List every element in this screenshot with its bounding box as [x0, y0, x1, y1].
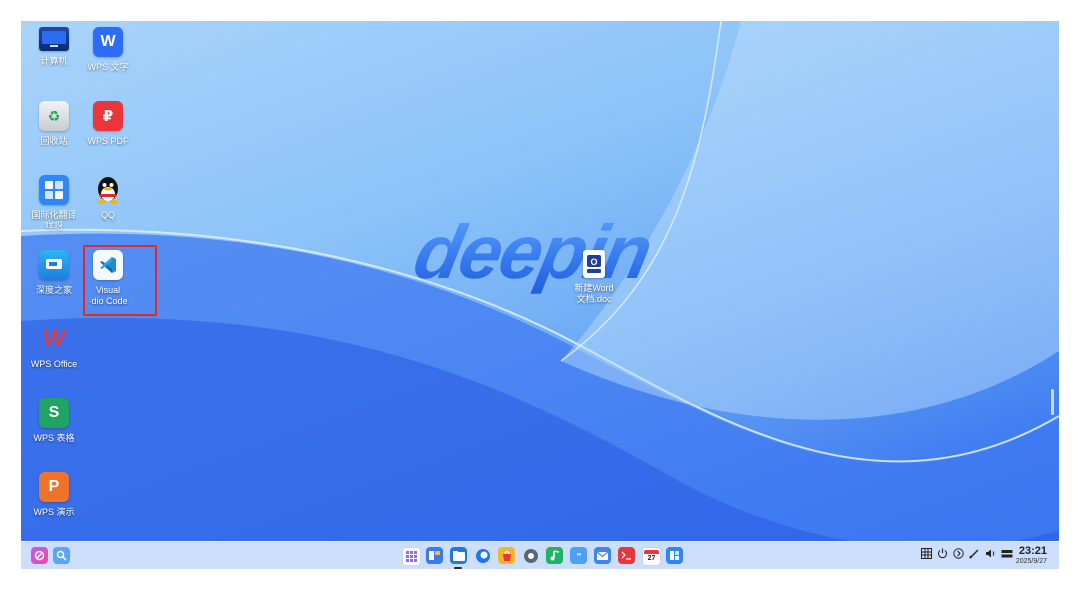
terminal-icon[interactable]: [618, 547, 635, 564]
desktop-icon-word-doc[interactable]: O 新建Word 文档.doc: [558, 250, 630, 305]
desktop-icon-wps-pdf[interactable]: ₽ WPS PDF: [72, 101, 144, 147]
wps-office-icon: W: [42, 325, 66, 352]
desktop: deepin 计算机 ♻ 回收站 国际化翻译 咩呀 深度之家 W WPS Off…: [21, 21, 1059, 569]
trash-icon: ♻: [39, 101, 69, 131]
svg-text:": ": [576, 552, 581, 561]
desktop-icon-wps-office[interactable]: W WPS Office: [21, 324, 90, 370]
app-store-icon[interactable]: [498, 547, 515, 564]
clock-date[interactable]: 2025/9/27: [1016, 558, 1047, 565]
search-icon[interactable]: [53, 547, 70, 564]
word-doc-icon: O: [583, 250, 605, 278]
device-manager-icon[interactable]: [666, 547, 683, 564]
music-icon[interactable]: [546, 547, 563, 564]
desktop-icon-label: 深度之家: [35, 285, 72, 295]
desktop-icon-wps-spreadsheet[interactable]: S WPS 表格: [21, 398, 90, 444]
text-editor-icon[interactable]: ": [570, 547, 587, 564]
pen-icon[interactable]: [969, 548, 980, 562]
mail-icon[interactable]: [594, 547, 611, 564]
launcher-icon[interactable]: [31, 547, 48, 564]
browser-icon[interactable]: [474, 547, 491, 564]
qq-penguin-icon: [93, 175, 123, 205]
taskbar: " 27 23:21 2025/9/27: [21, 541, 1059, 569]
desktop-icon-label: 国际化翻译 咩呀: [31, 210, 77, 231]
workspace-icon[interactable]: [426, 547, 443, 564]
desktop-icon-label: WPS Office: [30, 359, 78, 369]
deepin-home-icon: [39, 250, 69, 280]
settings-icon[interactable]: [522, 547, 539, 564]
translation-icon: [39, 175, 69, 205]
computer-icon: [39, 27, 69, 51]
desktop-icon-label: WPS 文字: [87, 62, 129, 72]
desktop-icon-label: WPS PDF: [87, 136, 129, 146]
desktop-icon-wps-presentation[interactable]: P WPS 演示: [21, 472, 90, 518]
desktop-icon-qq[interactable]: QQ: [72, 175, 144, 221]
svg-text:O: O: [590, 257, 597, 267]
clock-time[interactable]: 23:21: [1019, 545, 1047, 557]
wps-writer-icon: W: [93, 27, 123, 57]
power-icon[interactable]: [937, 548, 948, 562]
calendar-icon[interactable]: 27: [642, 547, 661, 566]
desktop-icon-label: WPS 演示: [33, 507, 75, 517]
wps-presentation-icon: P: [39, 472, 69, 502]
arrow-right-circle-icon[interactable]: [953, 548, 964, 562]
desktop-icon-label: 计算机: [40, 56, 68, 66]
desktop-icon-label: 回收站: [40, 136, 68, 146]
desktop-icon-label: QQ: [100, 210, 115, 220]
selection-highlight: [83, 245, 157, 316]
wps-pdf-icon: ₽: [93, 101, 123, 131]
multitask-view-icon[interactable]: [402, 547, 421, 566]
grid-icon[interactable]: [921, 548, 932, 562]
wps-spreadsheet-icon: S: [39, 398, 69, 428]
desktop-icon-wps-writer[interactable]: W WPS 文字: [72, 27, 144, 73]
file-manager-icon[interactable]: [450, 547, 467, 564]
desktop-icon-label: WPS 表格: [33, 433, 75, 443]
active-app-indicator: [454, 567, 462, 569]
calendar-day: 27: [647, 555, 656, 562]
desktop-icon-label: 新建Word 文档.doc: [574, 283, 614, 304]
keyboard-icon[interactable]: [1001, 548, 1013, 562]
volume-icon[interactable]: [985, 548, 996, 562]
